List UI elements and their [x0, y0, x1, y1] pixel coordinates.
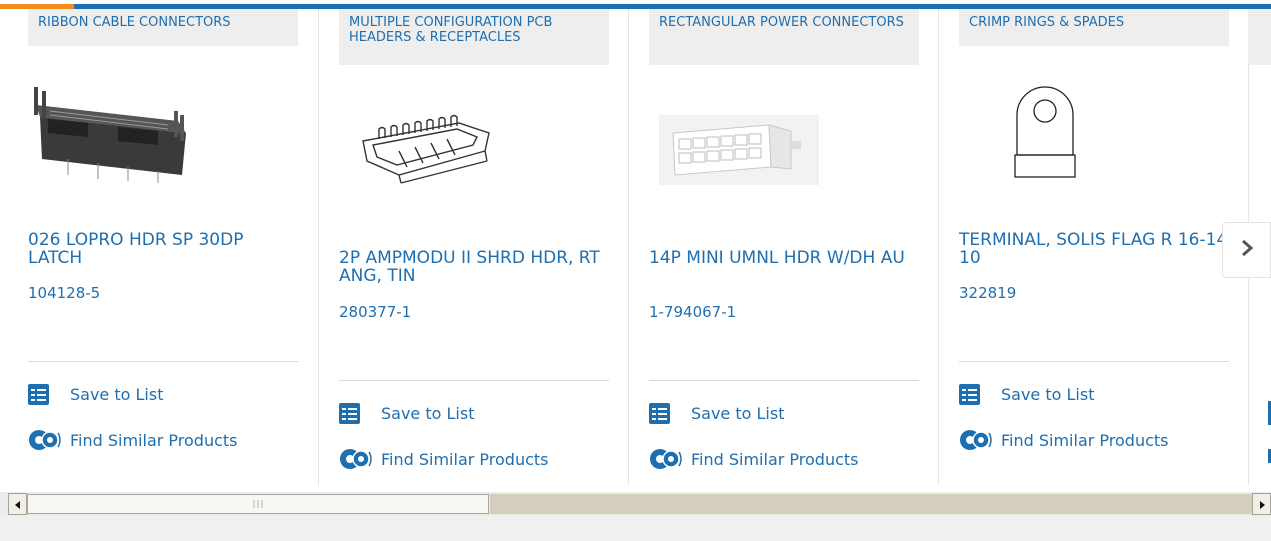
checklist-icon	[649, 402, 670, 424]
product-image[interactable]	[959, 75, 1229, 195]
product-image[interactable]	[649, 75, 919, 195]
category-label[interactable]: CRIMP RINGS & SPADES	[959, 9, 1229, 46]
product-name-link[interactable]: TERMINAL, SOLIS FLAG R 16-14 10	[959, 231, 1229, 267]
find-similar-button[interactable]: Find Similar Products	[28, 427, 238, 453]
scroll-right-button[interactable]	[1252, 493, 1271, 515]
checklist-icon	[28, 383, 49, 405]
product-card: RIBBON CABLE CONNECTORS 026 LOPRO HDR SP…	[28, 9, 298, 485]
save-to-list-button[interactable]: Save to List	[959, 381, 1094, 407]
product-card: CRIMP RINGS & SPADES TERMINAL, SOLIS FLA…	[959, 9, 1229, 485]
product-name-link[interactable]: 2P AMPMODU II SHRD HDR, RT ANG, TIN	[339, 249, 609, 285]
divider	[649, 380, 919, 381]
save-to-list-button[interactable]: Save to List	[649, 400, 784, 426]
divider	[28, 361, 298, 362]
save-to-list-label: Save to List	[691, 403, 785, 423]
category-label[interactable]: RECTANGULAR POWER CONNECTORS	[649, 9, 919, 65]
card-divider	[938, 9, 939, 485]
save-to-list-label: Save to List	[70, 384, 164, 404]
find-similar-label: Find Similar Products	[1001, 430, 1169, 450]
save-to-list-label: Save to List	[1001, 384, 1095, 404]
save-to-list-button[interactable]: Save to List	[339, 400, 474, 426]
card-divider	[628, 9, 629, 485]
find-similar-button[interactable]: Find Similar Products	[339, 446, 549, 472]
part-number[interactable]: 1-794067-1	[649, 303, 736, 321]
part-number[interactable]: 280377-1	[339, 303, 411, 321]
gears-icon	[649, 446, 683, 472]
card-divider	[318, 9, 319, 485]
save-to-list-button[interactable]: Save to List	[28, 381, 163, 407]
next-card-category-partial	[1248, 9, 1271, 65]
scroll-right-arrow-icon	[1258, 495, 1266, 514]
checklist-icon	[339, 402, 360, 424]
product-card: MULTIPLE CONFIGURATION PCB HEADERS & REC…	[339, 9, 609, 485]
gears-icon	[959, 427, 993, 453]
part-number[interactable]: 104128-5	[28, 284, 100, 302]
carousel-next-button[interactable]	[1222, 222, 1271, 278]
product-image[interactable]	[339, 75, 609, 195]
category-label[interactable]: RIBBON CABLE CONNECTORS	[28, 9, 298, 46]
page-bottom-area	[0, 516, 1271, 541]
product-carousel: RIBBON CABLE CONNECTORS 026 LOPRO HDR SP…	[0, 9, 1271, 485]
part-number[interactable]: 322819	[959, 284, 1016, 302]
category-label[interactable]: MULTIPLE CONFIGURATION PCB HEADERS & REC…	[339, 9, 609, 65]
product-card: RECTANGULAR POWER CONNECTORS 14P MINI UM…	[649, 9, 919, 485]
save-to-list-label: Save to List	[381, 403, 475, 423]
divider	[959, 361, 1229, 362]
scrollbar-track-remaining[interactable]	[490, 494, 1255, 514]
product-name-link[interactable]: 14P MINI UMNL HDR W/DH AU	[649, 249, 919, 267]
find-similar-label: Find Similar Products	[381, 449, 549, 469]
find-similar-label: Find Similar Products	[70, 430, 238, 450]
divider	[339, 380, 609, 381]
scroll-left-button[interactable]	[8, 493, 27, 515]
checklist-icon	[959, 383, 980, 405]
gears-icon	[339, 446, 373, 472]
product-image[interactable]	[28, 75, 298, 195]
gears-icon	[28, 427, 62, 453]
find-similar-button[interactable]: Find Similar Products	[959, 427, 1169, 453]
product-name-link[interactable]: 026 LOPRO HDR SP 30DP LATCH	[28, 231, 298, 267]
find-similar-button[interactable]: Find Similar Products	[649, 446, 859, 472]
scroll-left-arrow-icon	[14, 495, 22, 514]
scrollbar-thumb[interactable]	[27, 494, 489, 514]
find-similar-label: Find Similar Products	[691, 449, 859, 469]
chevron-right-icon	[1240, 239, 1254, 261]
